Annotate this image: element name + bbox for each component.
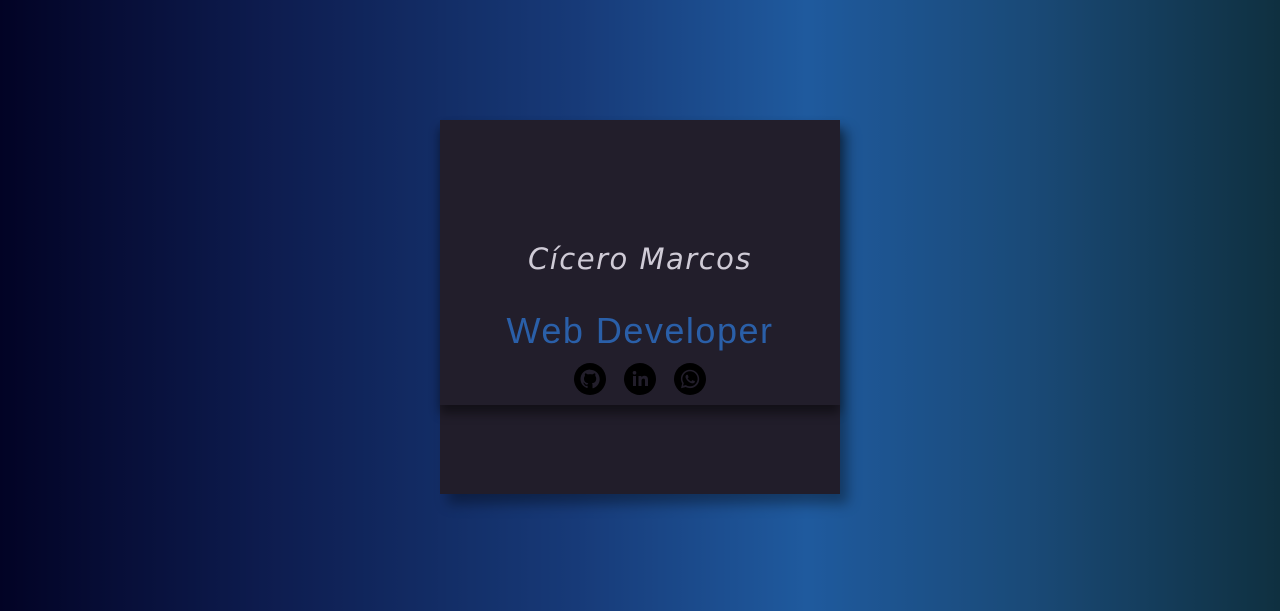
social-links <box>440 363 840 395</box>
github-icon <box>574 363 606 395</box>
whatsapp-link[interactable] <box>674 363 706 395</box>
linkedin-icon <box>624 363 656 395</box>
linkedin-link[interactable] <box>624 363 656 395</box>
whatsapp-icon <box>674 363 706 395</box>
profile-role: Web Developer <box>506 310 774 351</box>
profile-card-front: Cícero Marcos Web Developer <box>440 120 840 405</box>
profile-card: Cícero Marcos Web Developer <box>440 120 840 494</box>
profile-name: Cícero Marcos <box>528 242 752 276</box>
github-link[interactable] <box>574 363 606 395</box>
